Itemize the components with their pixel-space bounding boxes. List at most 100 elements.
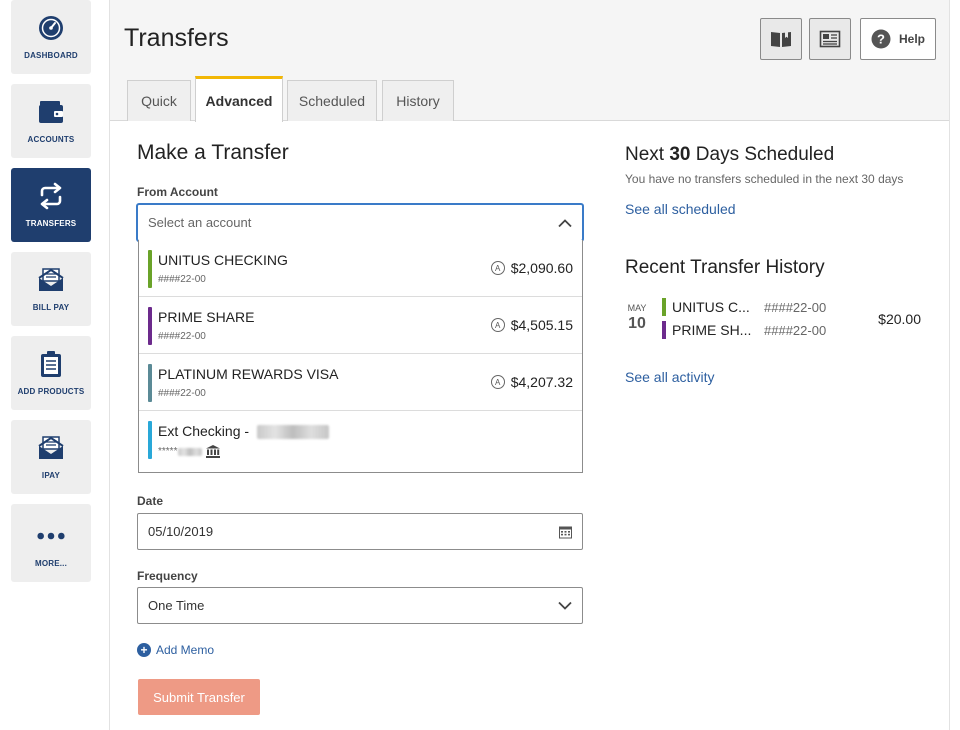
add-memo-link[interactable]: + Add Memo	[137, 643, 214, 657]
account-number: ####22-00	[158, 274, 206, 285]
gauge-icon	[36, 13, 66, 43]
history-to-number: ####22-00	[764, 322, 827, 338]
book-icon	[770, 30, 792, 48]
redacted-account-name	[256, 425, 329, 440]
sidebar-item-label: TRANSFERS	[25, 219, 77, 228]
make-transfer-title: Make a Transfer	[137, 141, 289, 164]
recent-history-title: Recent Transfer History	[625, 257, 825, 278]
balance-amount: $4,207.32	[510, 374, 573, 390]
wallet-icon	[36, 97, 66, 127]
history-to-name: PRIME SH...	[672, 322, 752, 338]
account-color-bar	[148, 421, 152, 459]
sidebar-item-label: DASHBOARD	[24, 51, 78, 60]
no-scheduled-text: You have no transfers scheduled in the n…	[625, 172, 904, 186]
available-balance-icon: A	[490, 375, 505, 389]
history-from-name: UNITUS C...	[672, 299, 750, 315]
account-balance: A $2,090.60	[490, 260, 573, 276]
account-color-bar	[662, 321, 666, 339]
add-memo-label: Add Memo	[156, 643, 215, 657]
account-dropdown-list: UNITUS CHECKING ####22-00 A $2,090.60 PRI…	[138, 240, 583, 473]
page-header: Transfers ? Help Quick Advanced Schedule…	[110, 0, 949, 122]
account-color-bar	[148, 250, 152, 288]
history-day: 10	[628, 315, 646, 332]
date-label: Date	[137, 494, 164, 508]
account-color-bar	[148, 364, 152, 402]
sidebar-nav: DASHBOARD ACCOUNTS TRANSFERS BILL PAY AD…	[0, 0, 102, 730]
account-name: PLATINUM REWARDS VISA	[158, 366, 339, 382]
account-balance: A $4,207.32	[490, 374, 573, 390]
available-balance-icon: A	[490, 261, 505, 275]
history-amount: $20.00	[878, 311, 921, 327]
tab-quick[interactable]: Quick	[127, 80, 191, 121]
question-icon: ?	[871, 29, 891, 49]
sidebar-item-add-products[interactable]: ADD PRODUCTS	[11, 336, 91, 410]
help-button[interactable]: ? Help	[860, 18, 936, 60]
newspaper-icon	[819, 30, 841, 48]
history-to-account: PRIME SH... ####22-00	[662, 320, 826, 340]
tab-advanced[interactable]: Advanced	[195, 76, 283, 122]
sidebar-item-label: BILL PAY	[32, 303, 70, 312]
account-name: PRIME SHARE	[158, 309, 255, 325]
account-balance: A $4,505.15	[490, 317, 573, 333]
redacted-account-number	[178, 447, 203, 456]
from-account-select[interactable]: Select an account	[137, 204, 583, 241]
account-option-prime-share[interactable]: PRIME SHARE ####22-00 A $4,505.15	[139, 297, 582, 354]
account-name: Ext Checking -	[158, 423, 253, 439]
account-number: *****	[158, 446, 178, 457]
sidebar-item-more[interactable]: MORE...	[11, 504, 91, 582]
clipboard-icon	[36, 349, 66, 379]
scheduled-title-suffix: Days Scheduled	[690, 144, 835, 165]
scheduled-title-days: 30	[669, 144, 691, 165]
sidebar-item-label: ACCOUNTS	[27, 135, 75, 144]
frequency-label: Frequency	[137, 569, 198, 583]
sidebar-item-ipay[interactable]: IPAY	[11, 420, 91, 494]
account-name: UNITUS CHECKING	[158, 252, 288, 268]
see-all-scheduled-link[interactable]: See all scheduled	[625, 201, 736, 217]
sidebar-item-transfers[interactable]: TRANSFERS	[11, 168, 91, 242]
more-dots-icon	[36, 521, 66, 551]
account-option-unitus-checking[interactable]: UNITUS CHECKING ####22-00 A $2,090.60	[139, 240, 582, 297]
tab-scheduled[interactable]: Scheduled	[287, 80, 377, 121]
tab-history[interactable]: History	[382, 80, 454, 121]
from-account-label: From Account	[137, 185, 218, 199]
see-all-activity-link[interactable]: See all activity	[625, 369, 714, 385]
submit-transfer-button[interactable]: Submit Transfer	[138, 679, 260, 715]
account-name-row: Ext Checking -	[158, 423, 329, 440]
from-account-placeholder: Select an account	[148, 215, 252, 230]
sidebar-item-dashboard[interactable]: DASHBOARD	[11, 0, 91, 74]
sidebar-item-accounts[interactable]: ACCOUNTS	[11, 84, 91, 158]
envelope-icon	[36, 265, 66, 295]
balance-amount: $2,090.60	[510, 260, 573, 276]
scheduled-title: Next 30 Days Scheduled	[625, 144, 834, 166]
bank-icon	[206, 445, 221, 458]
transfers-panel: Transfers ? Help Quick Advanced Schedule…	[109, 0, 950, 730]
envelope-icon	[36, 433, 66, 463]
account-number-row: *****	[158, 445, 221, 458]
sidebar-item-label: IPAY	[41, 471, 61, 480]
help-label: Help	[898, 32, 925, 46]
account-color-bar	[148, 307, 152, 345]
calendar-icon[interactable]	[559, 525, 572, 538]
statements-button[interactable]	[809, 18, 851, 60]
sidebar-item-label: ADD PRODUCTS	[17, 387, 85, 396]
history-month: MAY	[627, 303, 647, 313]
sidebar-item-bill-pay[interactable]: BILL PAY	[11, 252, 91, 326]
history-from-number: ####22-00	[764, 299, 827, 315]
account-option-platinum-rewards-visa[interactable]: PLATINUM REWARDS VISA ####22-00 A $4,207.…	[139, 354, 582, 411]
history-date: MAY 10	[625, 303, 649, 333]
frequency-value: One Time	[148, 598, 205, 613]
scheduled-title-prefix: Next	[625, 144, 670, 165]
frequency-select[interactable]: One Time	[137, 587, 583, 624]
page-title: Transfers	[124, 24, 229, 52]
guide-button[interactable]	[760, 18, 802, 60]
chevron-down-icon	[558, 601, 572, 610]
account-number: ####22-00	[158, 331, 206, 342]
svg-text:?: ?	[877, 32, 885, 47]
transfer-arrows-icon	[36, 181, 66, 211]
date-input[interactable]: 05/10/2019	[137, 513, 583, 550]
available-balance-icon: A	[490, 318, 505, 332]
sidebar-item-label: MORE...	[34, 559, 68, 568]
chevron-up-icon	[558, 218, 572, 227]
balance-amount: $4,505.15	[510, 317, 573, 333]
account-option-ext-checking[interactable]: Ext Checking - *****	[139, 411, 582, 468]
